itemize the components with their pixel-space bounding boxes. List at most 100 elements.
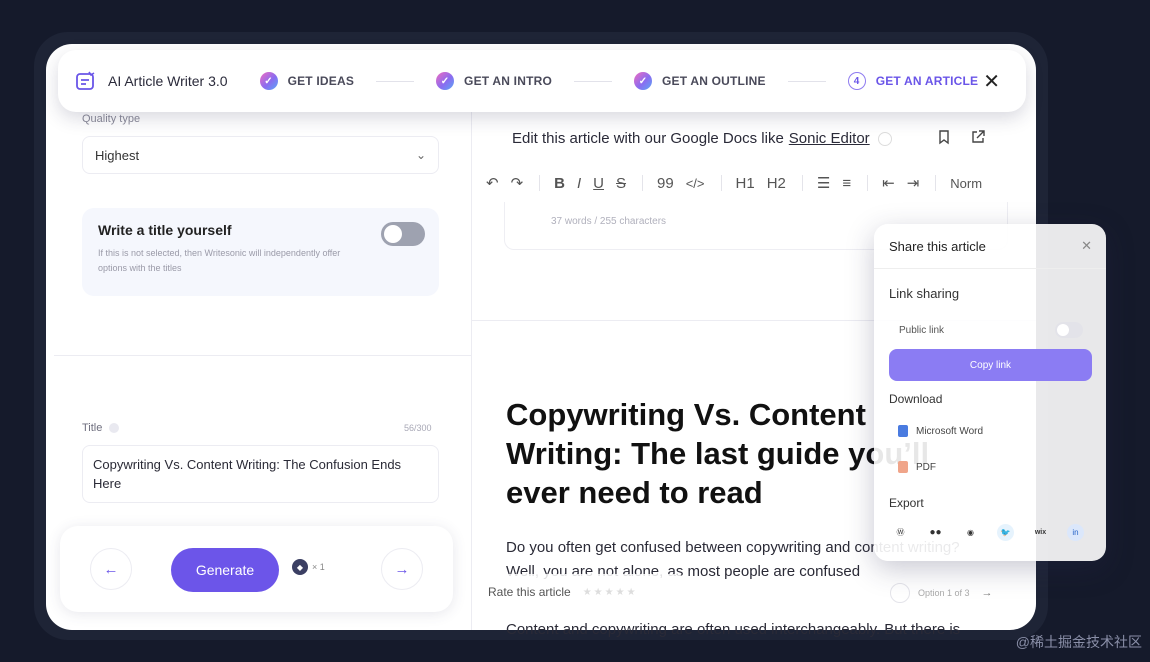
italic-icon[interactable]: I	[577, 175, 581, 192]
generate-button[interactable]: Generate	[171, 548, 279, 592]
public-link-label: Public link	[899, 324, 945, 336]
external-link-icon[interactable]	[970, 129, 986, 145]
option-label: Option 1 of 3	[918, 588, 970, 598]
wordpress-icon[interactable]: Ⓦ	[892, 524, 909, 541]
download-pdf-item[interactable]: PDF	[898, 461, 936, 473]
export-targets: Ⓦ ●● ◉ 🐦 wix in	[892, 524, 1084, 541]
help-icon[interactable]	[877, 132, 892, 147]
settings-panel: Quality type Highest ⌄ Write a title you…	[46, 100, 471, 630]
share-panel-title: Share this article	[889, 239, 986, 254]
linkedin-icon[interactable]: in	[1067, 524, 1084, 541]
toolbar-separator	[720, 175, 722, 191]
text-style-select[interactable]: Norm	[950, 176, 982, 191]
close-icon[interactable]: ✕	[1081, 238, 1092, 254]
article-writer-logo-icon	[76, 71, 95, 90]
divider	[874, 268, 1106, 269]
bullet-list-icon[interactable]: ☰	[817, 174, 830, 192]
step-label: GET AN INTRO	[464, 74, 552, 88]
info-icon[interactable]	[109, 423, 120, 434]
option-pager: Option 1 of 3 →	[874, 576, 1024, 610]
share-panel: Share this article ✕ Link sharing Public…	[874, 224, 1106, 561]
arrow-right-icon[interactable]: →	[982, 587, 993, 599]
credit-cost: ◆ × 1	[292, 559, 325, 575]
download-heading: Download	[889, 392, 943, 406]
heading-2-icon[interactable]: H2	[767, 175, 786, 192]
star-rating-icon[interactable]: ★★★★★	[583, 587, 638, 598]
code-icon[interactable]: </>	[686, 176, 705, 191]
write-title-card: Write a title yourself If this is not se…	[82, 208, 439, 296]
toolbar-separator	[801, 175, 803, 191]
title-input[interactable]: Copywriting Vs. Content Writing: The Con…	[82, 445, 439, 503]
toolbar-separator	[935, 175, 937, 191]
chevron-down-icon: ⌄	[415, 148, 426, 162]
stepper-bar: AI Article Writer 3.0 ✓ GET IDEAS ✓ GET …	[58, 50, 1026, 112]
rate-article-label: Rate this article	[488, 585, 571, 599]
pdf-file-icon	[898, 461, 908, 473]
step-connector	[787, 80, 826, 82]
arrow-left-icon: ←	[103, 560, 119, 578]
heading-1-icon[interactable]: H1	[736, 175, 755, 192]
underline-icon[interactable]: U	[593, 175, 604, 192]
sonic-editor-link[interactable]: Sonic Editor	[789, 130, 870, 147]
rate-article-bar: Rate this article ★★★★★	[476, 574, 686, 610]
write-title-heading: Write a title yourself	[98, 222, 232, 238]
action-card: ← Generate ◆ × 1 →	[60, 526, 453, 612]
quote-icon[interactable]: 99	[657, 175, 674, 192]
redo-icon[interactable]: ↷	[511, 174, 524, 192]
quality-type-label: Quality type	[82, 113, 141, 125]
outdent-icon[interactable]: ⇤	[882, 174, 895, 192]
download-pdf-label: PDF	[916, 461, 936, 473]
app-title: AI Article Writer 3.0	[108, 73, 228, 89]
quality-type-select[interactable]: Highest ⌄	[82, 136, 439, 174]
editor-toolbar: ↶ ↷ B I U S 99 </> H1 H2 ☰ ≡ ⇤ ⇥ Norm	[486, 174, 994, 193]
step-number: 4	[847, 72, 866, 90]
download-word-item[interactable]: Microsoft Word	[898, 425, 983, 437]
quality-type-value: Highest	[95, 147, 140, 163]
step-label: GET IDEAS	[287, 74, 355, 88]
export-heading: Export	[889, 496, 924, 510]
previous-option-button[interactable]	[890, 583, 910, 603]
bold-icon[interactable]: B	[554, 175, 565, 192]
credit-amount: × 1	[312, 562, 325, 572]
next-button[interactable]: →	[381, 548, 423, 590]
check-icon: ✓	[259, 72, 278, 90]
step-get-intro[interactable]: ✓ GET AN INTRO	[436, 72, 552, 90]
copy-link-button[interactable]: Copy link	[889, 349, 1092, 381]
title-label: Title	[82, 422, 103, 434]
check-icon: ✓	[634, 72, 652, 90]
step-get-article[interactable]: 4 GET AN ARTICLE	[847, 72, 979, 90]
twitter-icon[interactable]: 🐦	[997, 524, 1014, 541]
word-file-icon	[898, 425, 908, 437]
wix-icon[interactable]: wix	[1032, 524, 1049, 541]
article-paragraph[interactable]: Content and copywriting are often used i…	[506, 618, 1026, 642]
step-connector	[376, 80, 415, 82]
indent-icon[interactable]: ⇥	[907, 174, 920, 192]
strikethrough-icon[interactable]: S	[616, 175, 626, 192]
undo-icon[interactable]: ↶	[486, 174, 499, 192]
check-icon: ✓	[436, 72, 455, 90]
step-get-ideas[interactable]: ✓ GET IDEAS	[259, 72, 355, 90]
title-label-row: Title	[82, 422, 120, 434]
divider	[54, 355, 471, 356]
editor-banner-text: Edit this article with our Google Docs l…	[512, 130, 784, 147]
numbered-list-icon[interactable]: ≡	[842, 175, 851, 192]
title-char-count: 56/300	[404, 423, 432, 433]
public-link-toggle[interactable]	[1055, 322, 1083, 338]
previous-button[interactable]: ←	[90, 548, 132, 590]
step-label: GET AN ARTICLE	[875, 74, 979, 88]
link-sharing-heading: Link sharing	[889, 286, 960, 301]
step-connector	[574, 80, 612, 82]
banner-actions	[936, 129, 986, 145]
write-title-toggle[interactable]	[381, 222, 425, 246]
ghost-icon[interactable]: ◉	[962, 524, 979, 541]
toolbar-separator	[867, 175, 869, 191]
toolbar-separator	[642, 175, 644, 191]
close-icon[interactable]: ✕	[983, 69, 1000, 94]
watermark: @稀土掘金技术社区	[1015, 634, 1142, 650]
write-title-description: If this is not selected, then Writesonic…	[98, 248, 341, 273]
public-link-row: Public link	[889, 316, 1091, 344]
step-get-outline[interactable]: ✓ GET AN OUTLINE	[634, 72, 766, 90]
credit-coin-icon: ◆	[292, 559, 308, 575]
medium-icon[interactable]: ●●	[927, 524, 944, 541]
bookmark-icon[interactable]	[936, 129, 952, 145]
